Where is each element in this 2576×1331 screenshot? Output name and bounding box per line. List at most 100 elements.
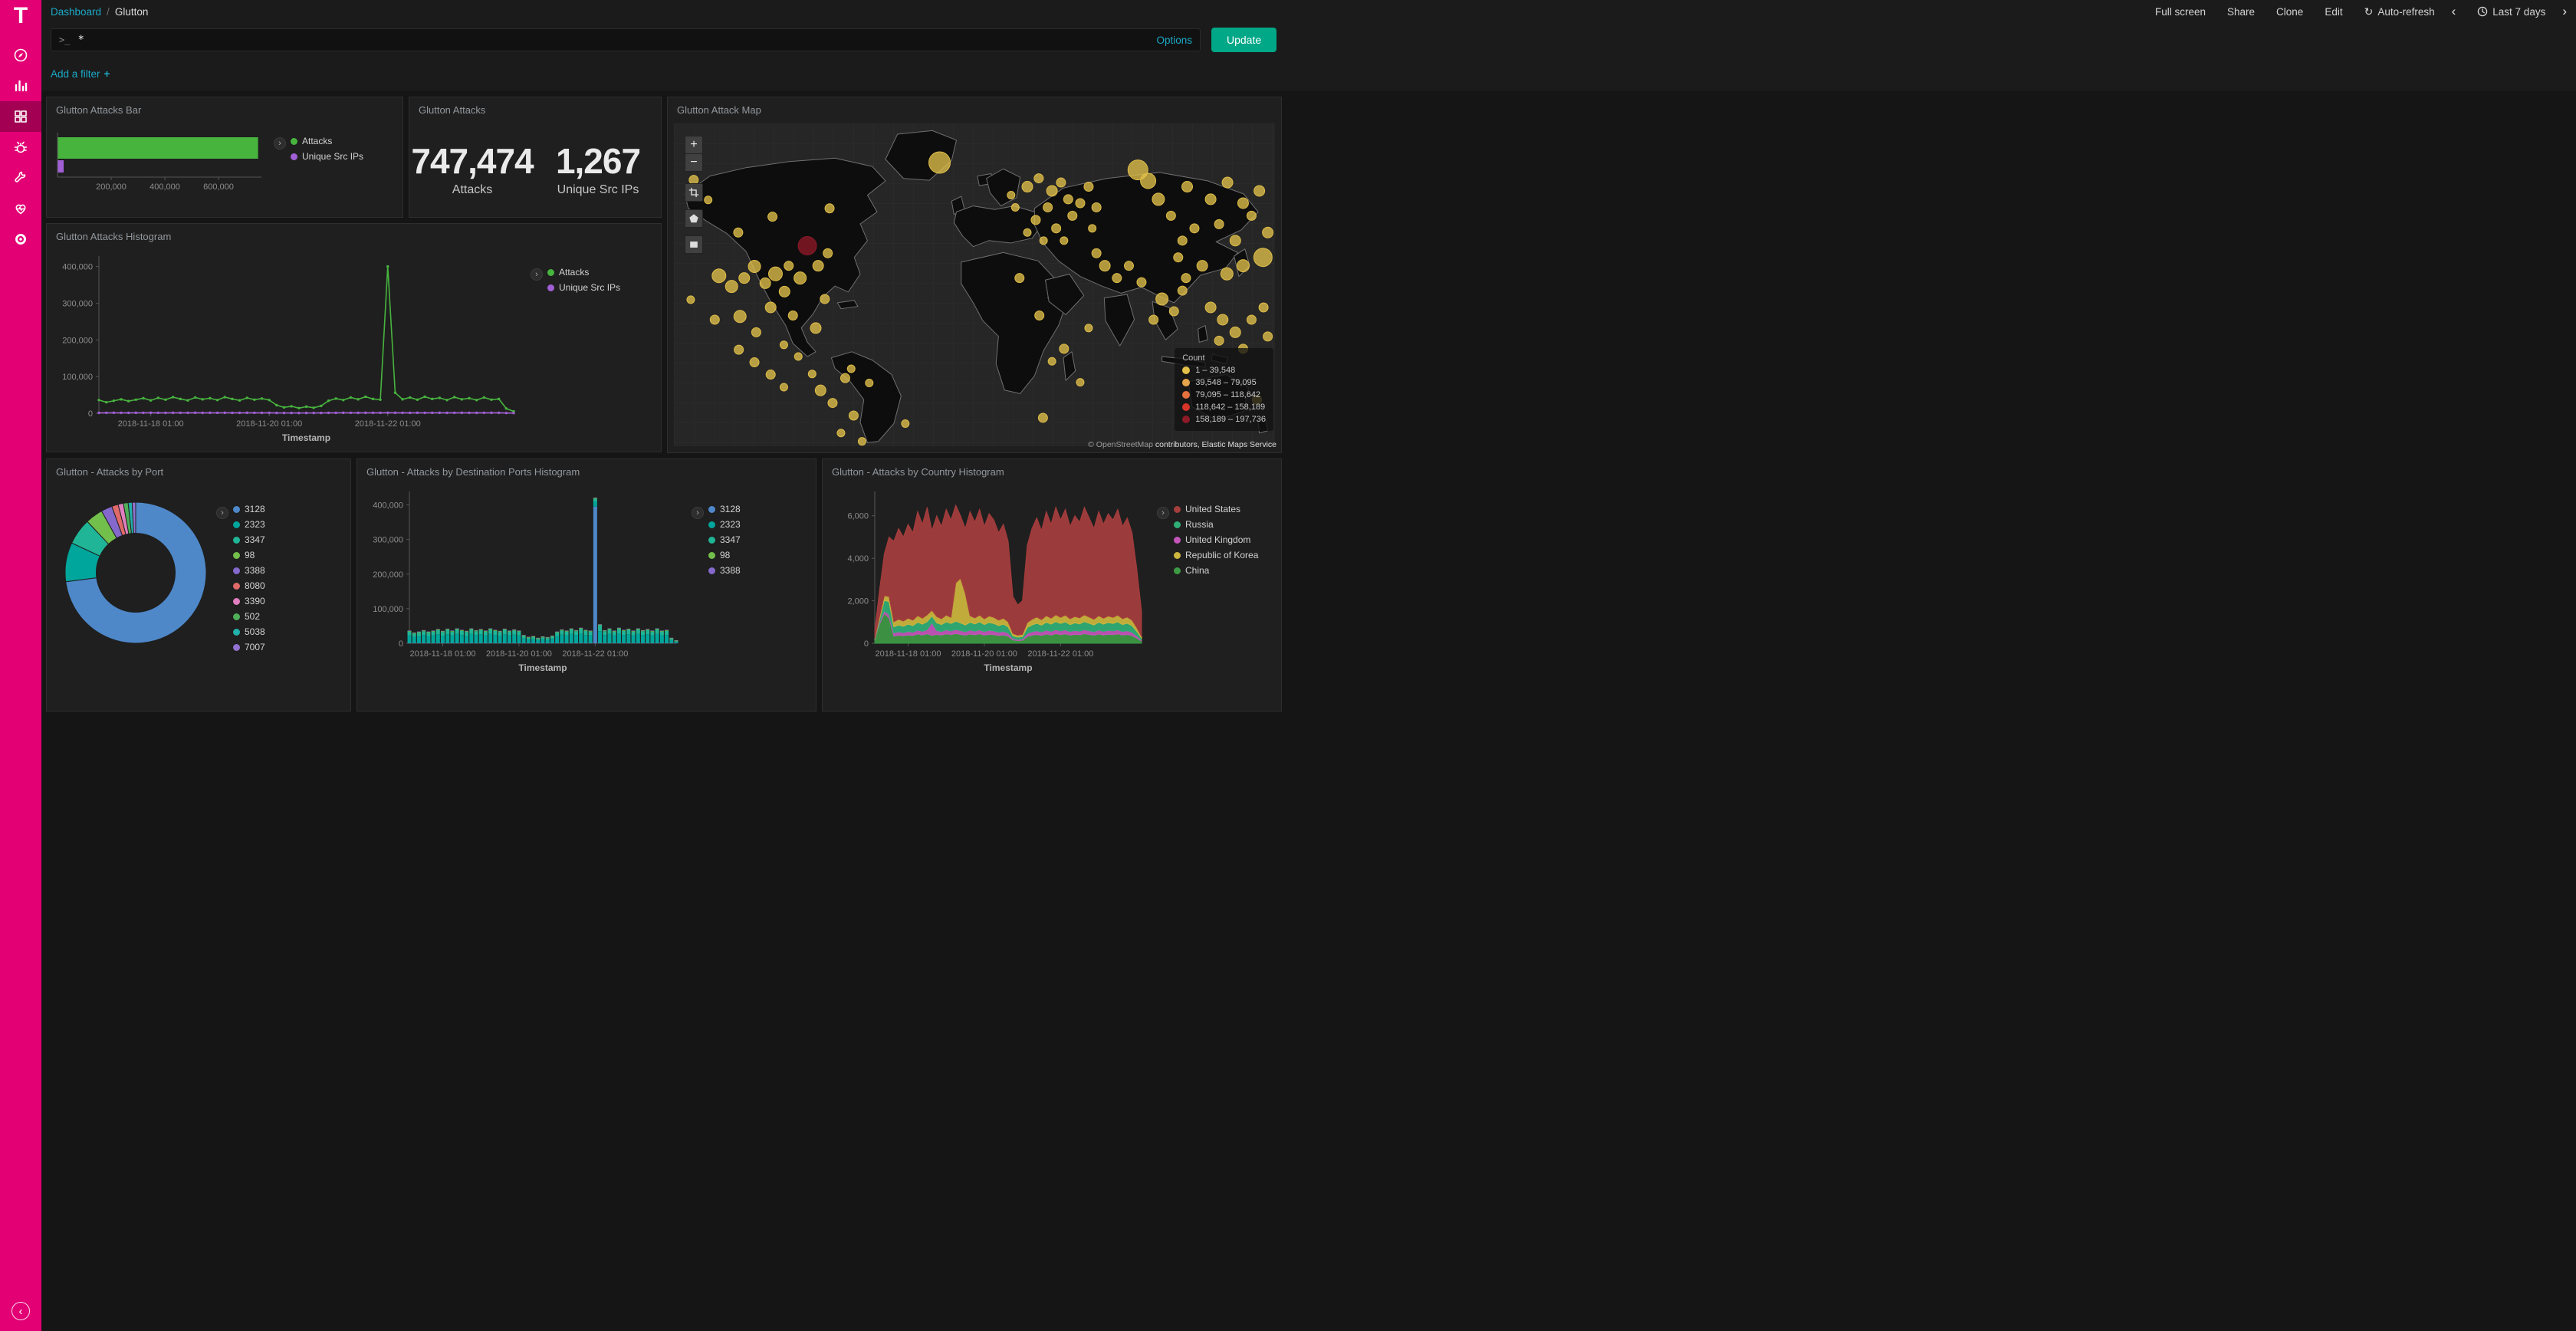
time-back-button[interactable]: ‹ [2452, 4, 2456, 19]
panel-glutton-attacks-histogram: Glutton Attacks Histogram 0100,000200,00… [46, 223, 662, 452]
legend-dot [1174, 552, 1181, 559]
svg-text:2,000: 2,000 [847, 597, 869, 606]
legend-toggle-icon[interactable]: › [531, 268, 543, 281]
legend-item[interactable]: 7007 [233, 642, 265, 652]
map-zoom-out-button[interactable]: − [685, 153, 703, 172]
map-zoom-in-button[interactable]: + [685, 136, 703, 154]
sidebar-item-apm[interactable] [0, 132, 41, 163]
plus-icon: + [104, 68, 110, 80]
legend-toggle-icon[interactable]: › [1157, 507, 1169, 519]
legend-label: 7007 [245, 642, 265, 652]
chart-legend: 3128 2323 3347 98 3388 [708, 504, 741, 580]
sidebar-item-visualize[interactable] [0, 71, 41, 101]
legend-item[interactable]: 3390 [233, 596, 265, 606]
time-forward-button[interactable]: › [2562, 4, 2567, 19]
openstreetmap-link[interactable]: © OpenStreetMap [1088, 440, 1153, 449]
legend-item[interactable]: Unique Src IPs [291, 151, 363, 162]
legend-toggle-icon[interactable]: › [216, 507, 228, 519]
panel-glutton-attacks-bar: Glutton Attacks Bar 200,000400,000600,00… [46, 97, 403, 218]
legend-item[interactable]: Republic of Korea [1174, 550, 1258, 560]
legend-item[interactable]: 2323 [233, 519, 265, 530]
legend-item[interactable]: 502 [233, 611, 265, 622]
legend-item[interactable]: 2323 [708, 519, 741, 530]
heartbeat-icon [13, 201, 28, 216]
map-tool-crop [685, 183, 703, 202]
sidebar-item-discover[interactable] [0, 40, 41, 71]
svg-text:0: 0 [399, 639, 403, 649]
sidebar-collapse-button[interactable]: ‹ [12, 1302, 30, 1320]
map-legend-title: Count [1182, 353, 1266, 363]
auto-refresh-button[interactable]: ↻Auto-refresh [2364, 5, 2435, 18]
attacks-bar-chart[interactable]: 200,000400,000600,000 [53, 125, 269, 202]
app-sidebar: T ‹ [0, 0, 41, 1331]
legend-label: 3390 [245, 596, 265, 606]
sidebar-item-dashboard[interactable] [0, 101, 41, 132]
legend-item[interactable]: 3347 [233, 534, 265, 545]
rectangle-tool-button[interactable] [685, 235, 703, 254]
legend-item[interactable]: 8080 [233, 580, 265, 591]
terminal-prompt-icon: >_ [59, 35, 70, 45]
attacks-histogram-chart[interactable]: 0100,000200,000300,000400,0002018-11-18 … [51, 247, 524, 449]
legend-item[interactable]: 3347 [708, 534, 741, 545]
metric-group: 747,474 Attacks 1,267 Unique Src IPs [409, 120, 661, 217]
full-screen-button[interactable]: Full screen [2155, 6, 2206, 18]
legend-item[interactable]: Unique Src IPs [547, 282, 620, 293]
legend-item[interactable]: United Kingdom [1174, 534, 1258, 545]
wrench-icon [13, 170, 28, 186]
panel-glutton-attacks-by-destination-ports: Glutton - Attacks by Destination Ports H… [356, 458, 816, 712]
legend-dot [1174, 567, 1181, 574]
legend-dot [233, 644, 240, 651]
polygon-tool-button[interactable] [685, 209, 703, 228]
svg-text:400,000: 400,000 [62, 263, 93, 272]
legend-item[interactable]: China [1174, 565, 1258, 576]
legend-label: United Kingdom [1185, 534, 1250, 545]
update-button[interactable]: Update [1211, 28, 1276, 52]
svg-text:Timestamp: Timestamp [984, 662, 1032, 673]
svg-text:Timestamp: Timestamp [518, 662, 567, 673]
query-options-link[interactable]: Options [1156, 35, 1192, 46]
svg-text:2018-11-18 01:00: 2018-11-18 01:00 [875, 649, 941, 659]
chevron-right-icon: › [2562, 4, 2567, 19]
legend-item[interactable]: 3388 [708, 565, 741, 576]
metric-label: Attacks [452, 183, 492, 197]
legend-item[interactable]: Attacks [547, 267, 620, 278]
share-button[interactable]: Share [2227, 6, 2255, 18]
panel-title: Glutton - Attacks by Country Histogram [823, 459, 1281, 478]
legend-item[interactable]: 3128 [708, 504, 741, 514]
legend-item[interactable]: 3128 [233, 504, 265, 514]
legend-dot [1174, 521, 1181, 528]
chevron-left-icon: ‹ [2452, 4, 2456, 19]
query-input[interactable]: >_ * Options [51, 28, 1201, 51]
country-histogram-chart[interactable]: 02,0004,0006,0002018-11-18 01:002018-11-… [827, 482, 1152, 679]
legend-item[interactable]: Attacks [291, 136, 363, 146]
clone-button[interactable]: Clone [2276, 6, 2303, 18]
sidebar-item-devtools[interactable] [0, 163, 41, 193]
panel-title: Glutton Attacks Histogram [47, 224, 661, 242]
breadcrumb-dashboard-link[interactable]: Dashboard [51, 6, 101, 18]
legend-label: United States [1185, 504, 1240, 514]
legend-label: 3128 [245, 504, 265, 514]
legend-toggle-icon[interactable]: › [274, 137, 286, 150]
add-filter-link[interactable]: Add a filter+ [51, 68, 110, 80]
sidebar-item-monitoring[interactable] [0, 193, 41, 224]
crop-tool-button[interactable] [685, 183, 703, 202]
panel-title: Glutton - Attacks by Destination Ports H… [357, 459, 816, 478]
legend-item[interactable]: 98 [708, 550, 741, 560]
legend-item: 79,095 – 118,642 [1182, 390, 1266, 399]
legend-toggle-icon[interactable]: › [692, 507, 704, 519]
dest-ports-histogram-chart[interactable]: 0100,000200,000300,000400,0002018-11-18 … [362, 482, 687, 679]
legend-item[interactable]: 5038 [233, 626, 265, 637]
legend-item[interactable]: United States [1174, 504, 1258, 514]
legend-item[interactable]: 3388 [233, 565, 265, 576]
svg-text:2018-11-20 01:00: 2018-11-20 01:00 [486, 649, 552, 659]
legend-item[interactable]: Russia [1174, 519, 1258, 530]
legend-item[interactable]: 98 [233, 550, 265, 560]
attacks-by-port-donut[interactable] [64, 501, 208, 645]
map-tool-rectangle [685, 235, 703, 254]
edit-button[interactable]: Edit [2325, 6, 2342, 18]
time-range-button[interactable]: Last 7 days [2477, 6, 2545, 18]
svg-text:2018-11-18 01:00: 2018-11-18 01:00 [409, 649, 475, 659]
sidebar-item-management[interactable] [0, 224, 41, 255]
metric-attacks: 747,474 Attacks [409, 120, 535, 217]
metric-unique-src-ips: 1,267 Unique Src IPs [535, 120, 661, 217]
